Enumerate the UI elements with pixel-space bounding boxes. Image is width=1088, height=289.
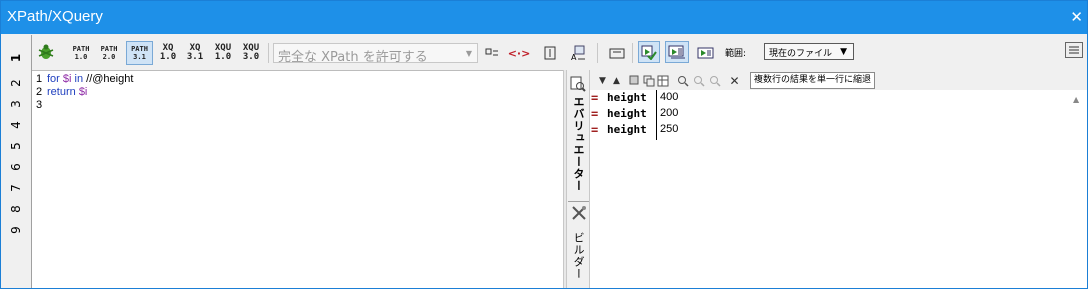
evaluate-on-type-icon[interactable]: [638, 41, 660, 63]
code-line: 2 return $i: [36, 86, 88, 98]
evaluate-button-icon[interactable]: [665, 41, 689, 63]
copy-icon[interactable]: [628, 74, 641, 87]
tab-3[interactable]: 3: [4, 94, 28, 114]
tab-label: 5: [8, 142, 23, 150]
node-select-icon[interactable]: [482, 43, 502, 63]
scope-select[interactable]: 現在のファイル ▼: [764, 43, 854, 60]
code-line: 3: [36, 99, 43, 111]
tab-6[interactable]: 6: [4, 157, 28, 177]
divider: [568, 201, 589, 202]
xpath-3-1-button[interactable]: PATH 3.1: [126, 41, 153, 65]
result-value: 250: [660, 123, 679, 135]
copy-all-icon[interactable]: [642, 74, 655, 87]
results-list: = height 400 = height 200 = height 250: [590, 90, 1087, 288]
result-value: 400: [660, 91, 679, 103]
attribute-icon: =: [591, 107, 599, 121]
xml-tag-icon[interactable]: <·>: [508, 43, 531, 63]
tab-7[interactable]: 7: [4, 178, 28, 198]
xpath-editor[interactable]: 1 for $i in //@height 2 return $i 3: [32, 70, 563, 288]
attribute-icon: =: [591, 91, 599, 105]
scroll-up-icon[interactable]: ▲: [1073, 95, 1079, 104]
table-icon[interactable]: [656, 74, 669, 87]
xquery-update-3-0-button[interactable]: XQU 3.0: [239, 41, 263, 65]
tab-label: 7: [8, 184, 23, 192]
options-icon[interactable]: [1065, 42, 1083, 58]
tab-label: 6: [8, 163, 23, 171]
tab-label: 8: [8, 205, 23, 213]
prev-up-icon[interactable]: ▲: [610, 74, 623, 87]
tab-5[interactable]: 5: [4, 136, 28, 156]
xpath-window: XPath/XQuery ✕ 1 2 3 4 5 6 7 8 9 PATH 1.0…: [0, 0, 1088, 289]
text-cursor-icon[interactable]: [540, 43, 560, 63]
result-side-tabs: エバリュエーター ビルダー: [568, 70, 590, 288]
splitter-handle[interactable]: [563, 70, 567, 288]
clear-icon[interactable]: ✕: [728, 74, 741, 88]
close-icon[interactable]: ✕: [1070, 8, 1083, 26]
tools-icon[interactable]: [571, 205, 587, 224]
tab-8[interactable]: 8: [4, 199, 28, 219]
run-icon[interactable]: [696, 43, 716, 63]
tab-builder[interactable]: ビルダー: [570, 232, 586, 280]
tab-label: 2: [8, 79, 23, 87]
code-line: 1 for $i in //@height: [36, 73, 134, 85]
xquery-update-1-0-button[interactable]: XQU 1.0: [211, 41, 235, 65]
next-down-icon[interactable]: ▼: [596, 74, 609, 87]
result-name: height: [607, 123, 647, 136]
format-icon[interactable]: A: [568, 43, 588, 63]
evaluator-icon[interactable]: [570, 76, 586, 95]
scope-value: 現在のファイル: [769, 49, 833, 59]
svg-text:A: A: [571, 53, 577, 61]
attribute-icon: =: [591, 123, 599, 137]
tab-2[interactable]: 2: [4, 73, 28, 93]
result-value: 200: [660, 107, 679, 119]
search-next-icon[interactable]: [692, 74, 705, 87]
separator: [597, 43, 598, 63]
tab-label: 1: [8, 53, 23, 63]
window-title: XPath/XQuery: [7, 8, 103, 25]
scope-label: 範囲:: [725, 49, 747, 59]
search-prev-icon[interactable]: [708, 74, 721, 87]
tab-1[interactable]: 1: [4, 45, 28, 71]
xpath-1-0-button[interactable]: PATH 1.0: [70, 41, 92, 65]
tab-4[interactable]: 4: [4, 115, 28, 135]
chevron-down-icon: ▼: [840, 47, 847, 57]
main-toolbar: PATH 1.0 PATH 2.0 PATH 3.1 XQ 1.0 XQ 3.1 XQU 1…: [32, 35, 1087, 69]
result-name: height: [607, 91, 647, 104]
tab-label: 3: [8, 100, 23, 108]
xpath-2-0-button[interactable]: PATH 2.0: [98, 41, 120, 65]
xquery-1-0-button[interactable]: XQ 1.0: [158, 41, 178, 65]
tab-label: 4: [8, 121, 23, 129]
window-icon[interactable]: [607, 43, 627, 63]
result-name: height: [607, 107, 647, 120]
tab-9[interactable]: 9: [4, 220, 28, 240]
collapse-multiline-button[interactable]: 複数行の結果を単一行に縮退: [750, 72, 876, 89]
xquery-3-1-button[interactable]: XQ 3.1: [185, 41, 205, 65]
results-toolbar: ▼ ▲ ✕ 複数行の結果を単一行に縮退: [590, 70, 1087, 90]
separator: [268, 43, 269, 63]
xpath-mode-value: 完全な XPath を許可する: [278, 50, 428, 65]
xpath-mode-combo[interactable]: 完全な XPath を許可する ▼: [273, 43, 478, 65]
query-tabs: 1 2 3 4 5 6 7 8 9: [1, 35, 32, 288]
search-icon[interactable]: [676, 74, 689, 87]
tab-evaluator[interactable]: エバリュエーター: [570, 96, 586, 192]
column-divider: [656, 90, 657, 140]
tab-label: 9: [8, 226, 23, 234]
title-bar: XPath/XQuery ✕: [1, 1, 1087, 34]
separator: [632, 43, 633, 63]
bug-icon[interactable]: [36, 42, 56, 62]
chevron-down-icon: ▼: [465, 49, 472, 58]
